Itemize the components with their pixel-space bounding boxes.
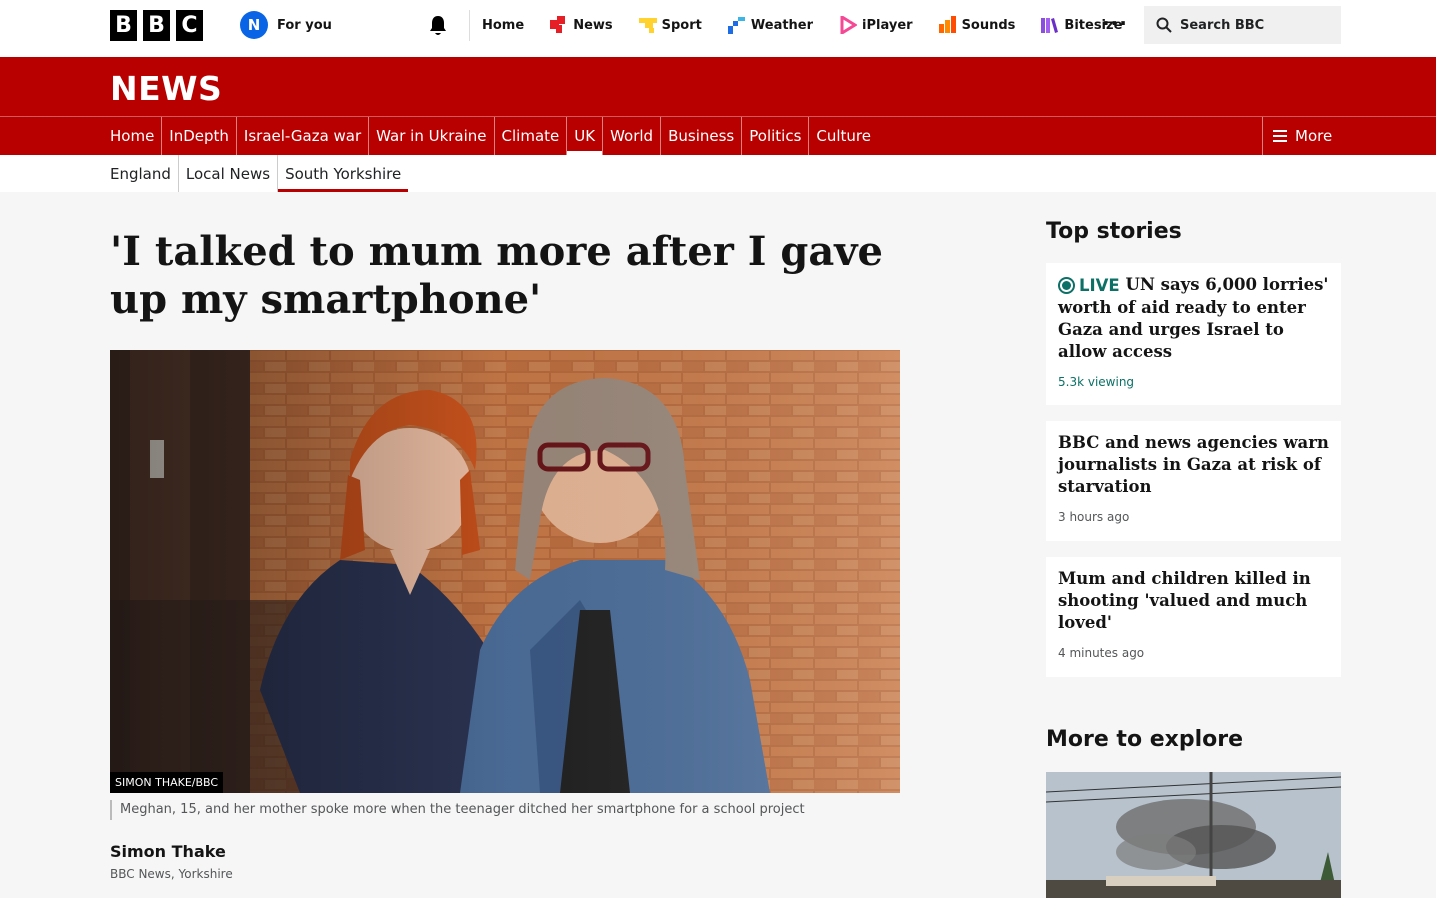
section-more-button[interactable]: More [1262,117,1332,155]
section-nav-item-home[interactable]: Home [110,117,161,155]
sub-nav-item-south-yorkshire[interactable]: South Yorkshire [277,155,409,192]
image-credit: SIMON THAKE/BBC [110,772,224,793]
live-label: LIVE [1079,275,1120,295]
section-nav-item-war-in-ukraine[interactable]: War in Ukraine [368,117,493,155]
news-header: NEWS [0,57,1436,116]
bbc-logo-letter: B [143,10,170,41]
photo-mother-daughter [110,350,900,793]
bitesize-icon [1041,18,1059,33]
live-icon [1058,277,1075,294]
top-story-card[interactable]: BBC and news agencies warn journalists i… [1046,421,1341,541]
topnav-iplayer[interactable]: iPlayer [839,16,913,34]
story-viewers: 5.3k viewing [1058,374,1135,389]
sub-nav-list: England Local News South Yorkshire [110,155,409,192]
topnav-home[interactable]: Home [482,18,524,33]
search-box[interactable] [1144,6,1341,44]
news-icon [550,16,566,33]
section-nav-item-uk[interactable]: UK [566,117,602,155]
topnav-label: Weather [750,17,814,33]
section-nav-item-culture[interactable]: Culture [808,117,878,155]
for-you-label: For you [277,17,332,33]
sub-nav-item-local-news[interactable]: Local News [177,155,277,192]
divider [469,10,470,41]
bbc-logo-letter: C [176,10,203,41]
section-nav-list: Home InDepth Israel-Gaza war War in Ukraine… [110,117,878,155]
section-nav-item-israel-gaza-war[interactable]: Israel-Gaza war [235,117,368,155]
article-hero-image: SIMON THAKE/BBC [110,350,900,793]
topnav-sounds[interactable]: Sounds [938,16,1016,34]
bbc-top-nav: Home News Sport Weather iPlayer Sounds B… [482,0,1148,50]
search-icon [1156,17,1172,33]
sport-icon [638,18,657,33]
topnav-label: News [573,17,613,33]
sub-nav-item-england[interactable]: England [110,155,178,192]
more-menu-button[interactable]: ··· [1102,13,1128,33]
author-role: BBC News, Yorkshire [110,867,233,881]
section-nav-item-climate[interactable]: Climate [493,117,567,155]
news-logo[interactable]: NEWS [110,69,222,108]
sounds-icon [938,16,956,33]
section-nav-item-world[interactable]: World [602,117,660,155]
topnav-news[interactable]: News [550,16,613,34]
search-input[interactable] [1180,17,1330,33]
top-stories-heading: Top stories [1046,219,1182,244]
section-more-label: More [1295,127,1333,145]
story-timestamp: 4 minutes ago [1058,646,1145,660]
story-title: BBC and news agencies warn journalists i… [1058,433,1329,496]
for-you-link[interactable]: N For you [240,11,332,39]
weather-icon [727,17,745,34]
article-headline: 'I talked to mum more after I gave up my… [110,228,883,323]
story-timestamp: 3 hours ago [1058,510,1130,524]
author-name: Simon Thake [110,842,226,861]
iplayer-icon [840,16,858,34]
topnav-label: Sounds [961,17,1016,33]
topnav-sport[interactable]: Sport [638,16,702,34]
section-nav: Home InDepth Israel-Gaza war War in Ukraine… [0,116,1436,155]
top-story-card[interactable]: LIVE UN says 6,000 lorries' worth of aid… [1046,263,1341,405]
top-story-card[interactable]: Mum and children killed in shooting 'val… [1046,557,1341,677]
bbc-logo-letter: B [110,10,137,41]
story-title: LIVE UN says 6,000 lorries' worth of aid… [1058,274,1329,363]
live-badge: LIVE [1058,275,1120,297]
sub-nav: England Local News South Yorkshire [0,155,1436,192]
hamburger-icon [1273,130,1287,142]
avatar: N [240,11,268,39]
explore-story-image[interactable] [1046,772,1341,898]
story-title: Mum and children killed in shooting 'val… [1058,569,1311,632]
section-nav-item-politics[interactable]: Politics [741,117,808,155]
photo-smoke-street [1046,772,1341,898]
topnav-label: iPlayer [862,17,913,33]
more-to-explore-heading: More to explore [1046,727,1244,752]
section-nav-item-business[interactable]: Business [660,117,741,155]
topnav-weather[interactable]: Weather [727,16,814,34]
bbc-masthead: B B C N For you Home News Sport Weather … [0,0,1436,57]
bbc-logo[interactable]: B B C [110,10,203,41]
bell-icon[interactable] [428,15,448,37]
section-nav-item-indepth[interactable]: InDepth [161,117,236,155]
topnav-label: Home [482,17,525,33]
image-caption: Meghan, 15, and her mother spoke more wh… [110,800,805,820]
topnav-label: Sport [661,17,702,33]
